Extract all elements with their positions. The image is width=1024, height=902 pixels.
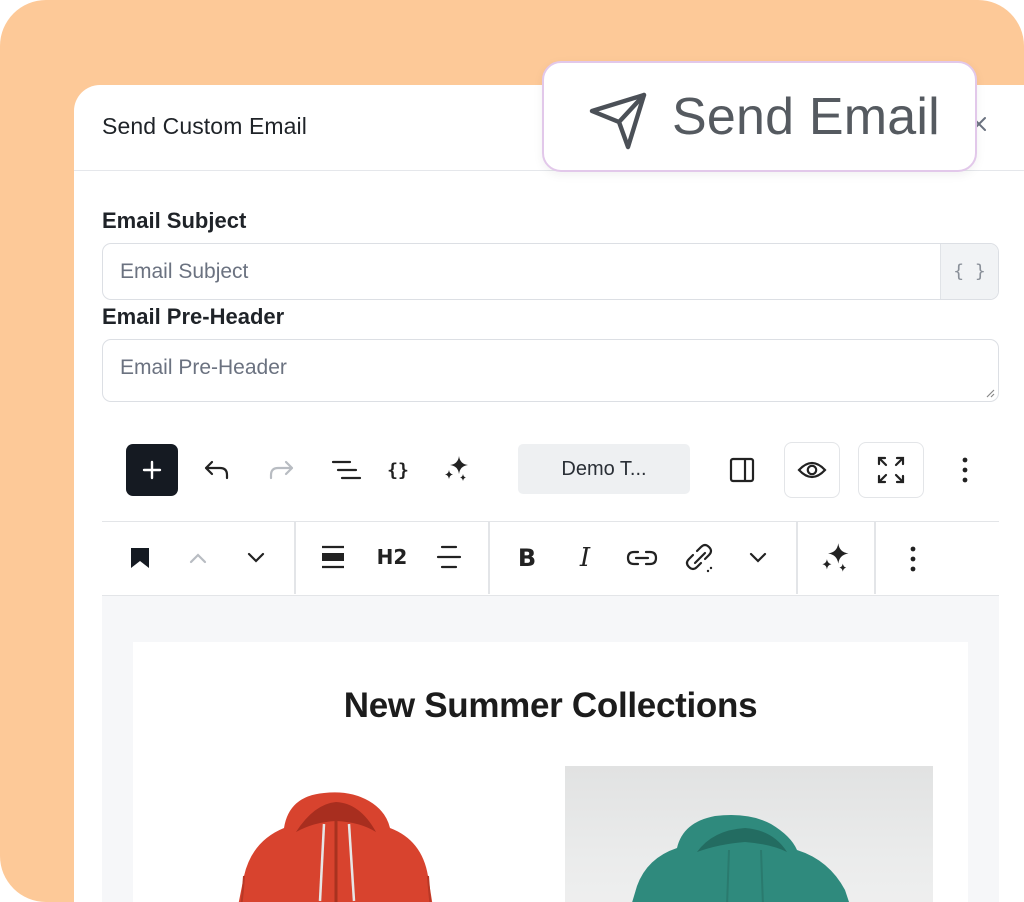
sidebar-toggle-icon [729, 457, 755, 483]
unlink-button[interactable] [682, 540, 718, 576]
product-image-red-hoodie[interactable] [164, 766, 532, 902]
undo-icon [204, 460, 229, 480]
email-preheader-label: Email Pre-Header [102, 304, 285, 329]
more-vertical-icon [962, 457, 968, 483]
chevron-down-icon [749, 552, 767, 563]
more-vertical-icon [910, 546, 916, 572]
block-toolbar: H2 B I [102, 521, 999, 596]
email-body: New Summer Collections [133, 642, 968, 902]
more-formats-button[interactable] [744, 544, 772, 572]
merge-tag-button[interactable]: { } [940, 244, 998, 299]
link-button[interactable] [624, 542, 660, 574]
fullscreen-button[interactable] [858, 442, 924, 498]
email-subject-input[interactable] [103, 244, 998, 299]
toolbar-divider [488, 522, 490, 594]
block-align-button[interactable] [318, 542, 348, 572]
move-down-icon [247, 552, 265, 563]
send-email-button[interactable]: Send Email [542, 61, 977, 172]
resize-grip-icon[interactable] [985, 388, 995, 398]
add-block-button[interactable] [126, 444, 178, 496]
move-up-button[interactable] [184, 544, 212, 572]
template-select[interactable]: Demo T... [518, 444, 690, 494]
send-email-label: Send Email [672, 88, 940, 146]
text-align-button[interactable] [434, 542, 464, 572]
block-type-button[interactable] [126, 544, 154, 572]
align-icon [322, 545, 344, 569]
unlink-icon [685, 543, 713, 573]
list-view-icon [331, 460, 362, 480]
email-heading[interactable]: New Summer Collections [133, 686, 968, 726]
undo-button[interactable] [200, 454, 234, 486]
ai-assist-button[interactable] [440, 452, 474, 486]
fullscreen-icon [877, 456, 905, 484]
email-preheader-field [102, 339, 999, 402]
green-hoodie-image [632, 815, 849, 902]
merge-tag-icon[interactable]: {} [384, 454, 412, 486]
ai-sparkle-icon [445, 456, 468, 481]
move-up-icon [189, 553, 207, 564]
italic-button[interactable]: I [570, 542, 600, 574]
heading-level-button[interactable]: H2 [372, 542, 412, 572]
ai-sparkle-icon [822, 543, 849, 572]
redo-icon [269, 460, 294, 480]
preview-eye-icon [797, 461, 827, 479]
email-subject-label: Email Subject [102, 208, 247, 233]
text-align-center-icon [436, 545, 462, 569]
send-email-modal: Send Custom Email Email Subject { } Emai… [74, 85, 1024, 902]
ai-rewrite-button[interactable] [818, 540, 854, 576]
move-down-button[interactable] [242, 544, 270, 572]
toolbar-divider [874, 522, 876, 594]
list-view-button[interactable] [328, 454, 364, 486]
more-options-button[interactable] [952, 454, 978, 486]
sidebar-toggle-button[interactable] [724, 452, 760, 488]
toolbar-divider [796, 522, 798, 594]
toolbar-divider [294, 522, 296, 594]
block-options-button[interactable] [900, 544, 926, 574]
preview-button[interactable] [784, 442, 840, 498]
editor-toolbar: {} Demo T... [102, 440, 999, 500]
product-image-green-hoodie[interactable] [565, 766, 933, 902]
email-preheader-input[interactable] [103, 340, 998, 402]
email-canvas: New Summer Collections [102, 596, 999, 902]
bookmark-icon [131, 548, 149, 568]
redo-button[interactable] [264, 454, 298, 486]
red-hoodie-image [238, 792, 433, 902]
bold-button[interactable]: B [512, 542, 542, 574]
paper-plane-icon [589, 92, 647, 150]
plus-icon [142, 460, 162, 480]
modal-title: Send Custom Email [102, 113, 307, 139]
email-subject-field: { } [102, 243, 999, 300]
link-icon [626, 550, 658, 566]
